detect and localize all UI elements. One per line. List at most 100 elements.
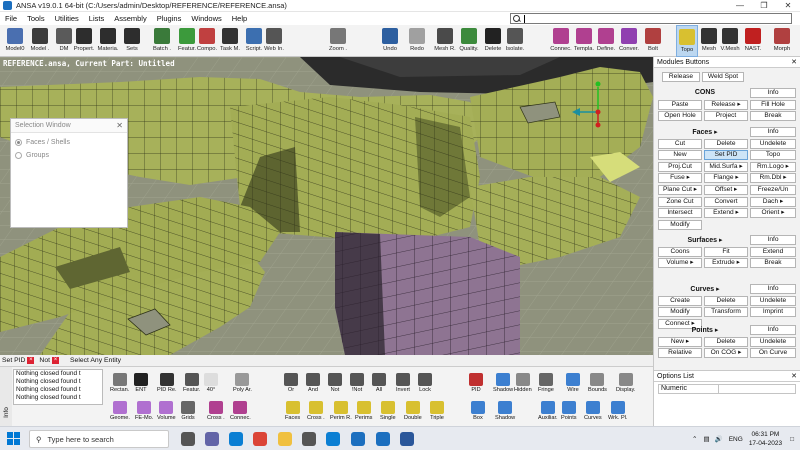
bottom-tool-auxiliary[interactable]: Auxiliar. (538, 401, 558, 421)
module-button-delete[interactable]: Delete (704, 337, 748, 347)
menu-windows[interactable]: Windows (186, 14, 226, 23)
bottom-tool-connec[interactable]: Connec. (230, 401, 251, 421)
bottom-tool-hidden[interactable]: Hidden (514, 373, 532, 393)
module-button-imprint[interactable]: Imprint (750, 307, 796, 317)
search-input[interactable] (510, 13, 792, 24)
toolbar-button-undo[interactable]: Undo (378, 25, 402, 57)
taskbar-search-input[interactable]: ⚲ Type here to search (29, 430, 169, 448)
module-button-rmdbl[interactable]: Rm.Dbl ▸ (750, 173, 796, 183)
bottom-tool-points[interactable]: Points (561, 401, 577, 421)
toolbar-button-batch[interactable]: Batch . (150, 25, 174, 57)
module-button-modify[interactable]: Modify (658, 307, 702, 317)
settings-icon[interactable] (302, 432, 316, 446)
menu-tools[interactable]: Tools (22, 14, 50, 23)
bottom-tool-curves[interactable]: Curves (584, 401, 602, 421)
toolbar-button-materials[interactable]: Materia. (96, 25, 120, 57)
module-button-oncurve[interactable]: On Curve (750, 348, 796, 358)
bottom-tool-grids[interactable]: Grids (181, 401, 195, 421)
module-release-button[interactable]: Release (662, 72, 700, 82)
ansa-icon[interactable] (351, 432, 365, 446)
close-icon[interactable]: ✕ (791, 57, 797, 68)
module-button-openhole[interactable]: Open Hole (658, 111, 702, 121)
module-button-dach[interactable]: Dach ▸ (750, 197, 796, 207)
toolbar-button-bolt[interactable]: Bolt (641, 25, 665, 57)
bottom-tool-shadow[interactable]: Shadow (493, 373, 513, 393)
bottom-tool-pid-view[interactable]: PID (469, 373, 483, 393)
bottom-tool-entity[interactable]: ENT (134, 373, 148, 393)
toolbar-button-sets[interactable]: Sets (120, 25, 144, 57)
edge-icon[interactable] (229, 432, 243, 446)
bottom-tool-fringe[interactable]: Fringe (538, 373, 554, 393)
module-button-freezeun[interactable]: Freeze/Un (750, 185, 796, 195)
bottom-tool-display[interactable]: Display. (616, 373, 635, 393)
toolbar-button-properties[interactable]: Propert. (72, 25, 96, 57)
toolbar-button-convert[interactable]: Conver. (617, 25, 641, 57)
close-icon[interactable]: ✕ (116, 121, 123, 130)
menu-utilities[interactable]: Utilities (50, 14, 84, 23)
chrome-icon[interactable] (253, 432, 267, 446)
module-button-break[interactable]: Break (750, 258, 796, 268)
module-button-projcut[interactable]: Proj.Cut (658, 162, 702, 172)
bottom-tool-feature[interactable]: Featur. (183, 373, 200, 393)
close-icon[interactable]: × (27, 357, 35, 364)
module-button-fit[interactable]: Fit (704, 247, 748, 257)
bottom-tool-fe-model[interactable]: FE-Mo. (135, 401, 153, 421)
toolbar-button-volume-mesh[interactable]: V.Mesh (718, 25, 742, 57)
module-button-new[interactable]: New (658, 150, 702, 160)
module-button-zonecut[interactable]: Zone Cut (658, 197, 702, 207)
section-info-button[interactable]: Info (750, 235, 796, 245)
module-button-project[interactable]: Project (704, 111, 748, 121)
tab-not[interactable]: Not × (39, 357, 59, 364)
module-button-volume[interactable]: Volume ▸ (658, 258, 702, 268)
notification-icon[interactable]: □ (790, 436, 794, 443)
info-sidebar[interactable]: Info (0, 367, 12, 427)
windows-start-icon[interactable] (7, 432, 20, 445)
bottom-tool-volume[interactable]: Volume (157, 401, 176, 421)
toolbar-button-components[interactable]: Compo. (195, 25, 219, 57)
options-row[interactable]: Numeric (658, 384, 796, 394)
module-button-relative[interactable]: Relative (658, 348, 702, 358)
module-button-undelete[interactable]: Undelete (750, 296, 796, 306)
module-button-fillhole[interactable]: Fill Hole (750, 100, 796, 110)
close-icon[interactable]: × (52, 357, 59, 364)
module-button-midsurfa[interactable]: Mid.Surfa ▸ (704, 162, 748, 172)
bottom-tool-work-plane[interactable]: Wrk. Pl. (608, 401, 627, 421)
module-button-extend[interactable]: Extend (750, 247, 796, 257)
module-button-undelete[interactable]: Undelete (750, 139, 796, 149)
toolbar-button-template[interactable]: Templa. (572, 25, 596, 57)
module-button-undelete[interactable]: Undelete (750, 337, 796, 347)
toolbar-button-define[interactable]: Define. (594, 25, 618, 57)
minimize-button[interactable]: — (728, 0, 752, 12)
module-button-rmlogo[interactable]: Rm.Logo ▸ (750, 162, 796, 172)
module-button-modify[interactable]: Modify (658, 220, 702, 230)
bottom-tool-double[interactable]: Double (404, 401, 422, 421)
module-button-topo[interactable]: Topo (750, 150, 796, 160)
bottom-tool-single[interactable]: Single (380, 401, 396, 421)
bottom-tool-faces[interactable]: Faces (285, 401, 300, 421)
teams-icon[interactable] (205, 432, 219, 446)
module-button-setpid[interactable]: Set PID (704, 150, 748, 160)
toolbar-button-topo[interactable]: Topo (676, 25, 698, 57)
chevron-up-icon[interactable]: ⌃ (692, 435, 697, 443)
toolbar-button-morph[interactable]: Morph (770, 25, 794, 57)
bottom-tool-rectangle-select[interactable]: Rectan. (110, 373, 129, 393)
toolbar-button-connections[interactable]: Connec. (549, 25, 573, 57)
network-icon[interactable]: ▤ (703, 435, 709, 443)
selection-window[interactable]: Selection Window ✕ Faces / Shells Groups (10, 118, 128, 228)
module-button-delete[interactable]: Delete (704, 139, 748, 149)
bottom-tool-geometry[interactable]: Geome. (110, 401, 130, 421)
bottom-tool-invert[interactable]: Invert (396, 373, 410, 393)
menu-assembly[interactable]: Assembly (109, 14, 152, 23)
toolbar-button-web[interactable]: Web In. (262, 25, 286, 57)
module-button-create[interactable]: Create (658, 296, 702, 306)
word-icon[interactable] (400, 432, 414, 446)
radio-faces-shells[interactable]: Faces / Shells (15, 139, 127, 146)
bottom-tool-cross-section[interactable]: Cross . (207, 401, 225, 421)
task-view-icon[interactable] (181, 432, 195, 446)
module-button-transform[interactable]: Transform (704, 307, 748, 317)
module-button-intersect[interactable]: Intersect (658, 208, 702, 218)
section-info-button[interactable]: Info (750, 284, 796, 294)
module-button-paste[interactable]: Paste (658, 100, 702, 110)
section-info-button[interactable]: Info (750, 325, 796, 335)
store-icon[interactable] (326, 432, 340, 446)
